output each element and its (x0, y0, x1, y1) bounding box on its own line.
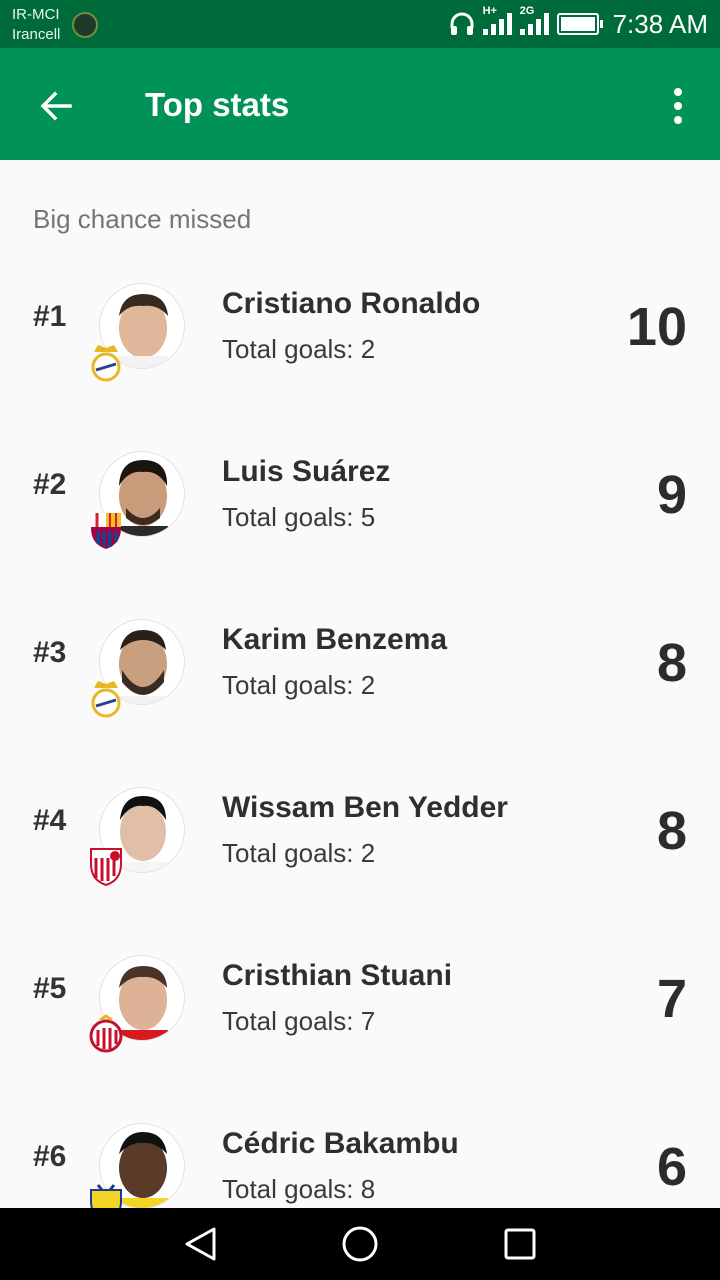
player-total-goals: Total goals: 2 (222, 670, 376, 700)
headphones-icon (450, 12, 474, 35)
more-vert-icon (674, 88, 682, 96)
villarreal-badge-icon (90, 1184, 122, 1208)
stat-value: 7 (656, 969, 687, 1029)
player-name: Cristiano Ronaldo (222, 287, 481, 320)
player-name: Karim Benzema (222, 623, 448, 656)
stat-value: 10 (626, 297, 687, 357)
carrier-line-2: Irancell (12, 26, 61, 43)
more-vert-dot (674, 116, 682, 124)
sevilla-badge-icon (90, 848, 122, 886)
signal-icon-2g: 2G (519, 5, 549, 35)
carrier-app-icon (72, 12, 98, 38)
nav-recents-icon (504, 1228, 536, 1260)
girona-badge-icon (89, 1014, 123, 1053)
player-total-goals: Total goals: 2 (222, 334, 376, 364)
player-name: Wissam Ben Yedder (222, 791, 508, 824)
stat-value: 8 (656, 633, 687, 693)
clock: 7:38 AM (612, 8, 708, 39)
player-name: Cédric Bakambu (222, 1127, 459, 1160)
page-title: Top stats (145, 86, 290, 123)
player-total-goals: Total goals: 7 (222, 1006, 376, 1036)
list-item[interactable]: #3 Karim Benzema Total goals: 2 8 (0, 580, 720, 748)
list-item[interactable]: #6 Cédric Bakambu Total goals: 8 6 (0, 1084, 720, 1208)
stat-value: 8 (656, 801, 687, 861)
network-type-b: 2G (519, 5, 535, 17)
player-rank: #2 (33, 468, 67, 501)
nav-home-icon (342, 1226, 378, 1262)
back-button[interactable] (28, 78, 84, 134)
list-item[interactable]: #5 Cristhian Stuani Total goals: 7 7 (0, 916, 720, 1084)
real-madrid-badge-icon (91, 681, 121, 718)
player-name: Cristhian Stuani (222, 959, 453, 992)
arrow-back-icon (40, 91, 72, 121)
nav-back-button[interactable] (180, 1224, 220, 1264)
stat-value: 9 (656, 465, 687, 525)
list-item[interactable]: #4 Wissam Ben Yedder Total goals: 2 8 (0, 748, 720, 916)
battery-icon (556, 13, 603, 35)
player-rank: #4 (33, 804, 67, 837)
app-bar: Top stats (0, 48, 720, 160)
real-madrid-badge-icon (91, 345, 121, 382)
player-total-goals: Total goals: 5 (222, 502, 376, 532)
system-nav-bar (0, 1208, 720, 1280)
player-rank: #3 (33, 636, 67, 669)
signal-icon-hplus: H+ (482, 5, 512, 35)
player-rank: #5 (33, 972, 67, 1005)
nav-recents-button[interactable] (500, 1224, 540, 1264)
section-title: Big chance missed (33, 204, 252, 234)
nav-home-button[interactable] (340, 1224, 380, 1264)
barcelona-badge-icon (91, 513, 121, 549)
player-rank: #1 (33, 300, 67, 333)
carrier-line-1: IR-MCI (12, 6, 60, 23)
overflow-menu-button[interactable] (658, 78, 698, 134)
status-bar: IR-MCI Irancell H+ 2G 7:38 AM (0, 0, 720, 48)
carrier-info: IR-MCI Irancell (12, 5, 60, 45)
player-rank: #6 (33, 1140, 67, 1173)
stat-value: 6 (656, 1137, 687, 1197)
player-total-goals: Total goals: 8 (222, 1174, 376, 1204)
stats-list-container[interactable]: Big chance missed #1 Cristiano Ronaldo T… (0, 160, 720, 1208)
player-total-goals: Total goals: 2 (222, 838, 376, 868)
more-vert-dot (674, 102, 682, 110)
list-item[interactable]: #2 Luis Suárez Total goals: 5 9 (0, 412, 720, 580)
list-item[interactable]: #1 Cristiano Ronaldo Total goals: 2 10 (0, 244, 720, 412)
nav-back-icon (185, 1227, 216, 1261)
player-name: Luis Suárez (222, 455, 391, 488)
status-icons: H+ 2G 7:38 AM (449, 0, 708, 48)
network-type-a: H+ (482, 5, 497, 17)
